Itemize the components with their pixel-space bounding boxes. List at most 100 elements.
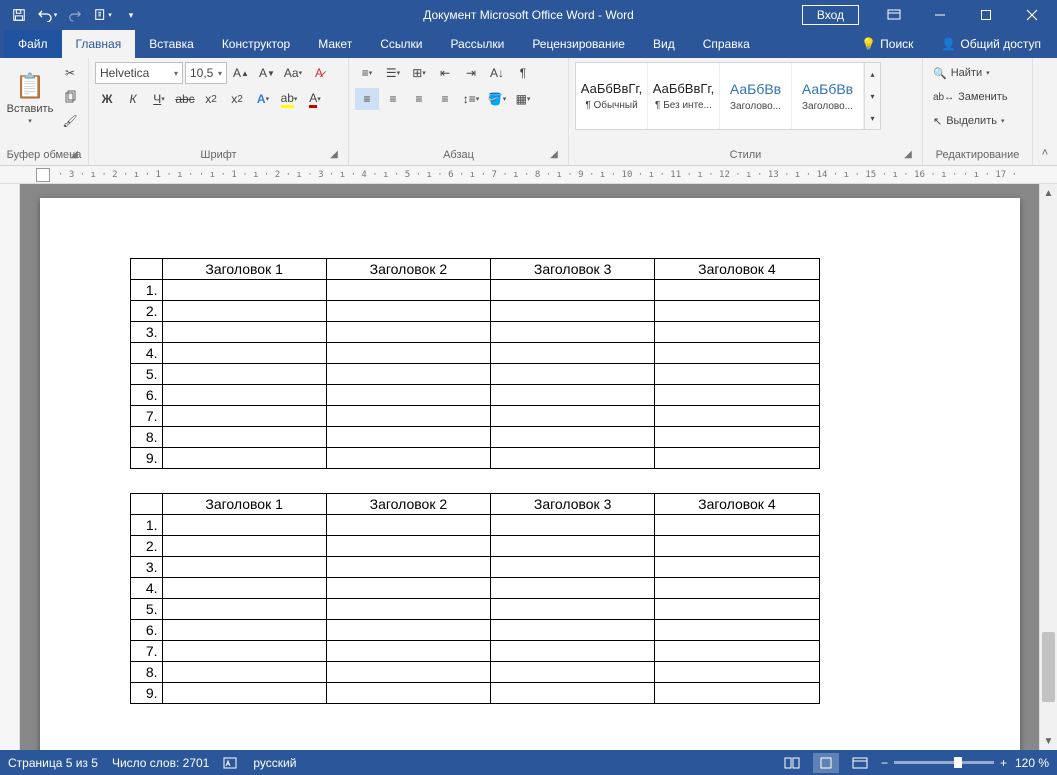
tab-view[interactable]: Вид <box>639 30 689 58</box>
font-launcher[interactable]: ◢ <box>328 149 340 161</box>
group-clipboard: 📋 Вставить ▾ ✂ 🖌 Буфер обмена◢ <box>0 58 89 165</box>
status-words[interactable]: Число слов: 2701 <box>112 756 209 770</box>
highlight-button[interactable]: ab▾ <box>277 88 301 110</box>
status-bar: Страница 5 из 5 Число слов: 2701 русский… <box>0 750 1057 775</box>
align-left-button[interactable]: ≡ <box>355 88 379 110</box>
view-print-button[interactable] <box>813 753 839 773</box>
paragraph-launcher[interactable]: ◢ <box>548 149 560 161</box>
tab-layout[interactable]: Макет <box>304 30 366 58</box>
save-button[interactable] <box>6 2 32 28</box>
styles-launcher[interactable]: ◢ <box>902 149 914 161</box>
group-font-label: Шрифт <box>200 149 236 161</box>
status-proofing[interactable] <box>223 756 239 770</box>
table-1[interactable]: Заголовок 1Заголовок 2Заголовок 3Заголов… <box>130 258 820 469</box>
font-name-combo[interactable]: Helvetica▾ <box>95 62 183 84</box>
ruler-vertical[interactable] <box>0 184 20 750</box>
quick-access-toolbar: ▾ ▾ ▾ <box>0 2 144 28</box>
tab-design[interactable]: Конструктор <box>208 30 304 58</box>
scroll-up-button[interactable]: ▲ <box>1040 184 1057 202</box>
align-center-button[interactable]: ≡ <box>381 88 405 110</box>
close-button[interactable] <box>1009 0 1055 30</box>
group-paragraph-label: Абзац <box>443 149 474 161</box>
italic-button[interactable]: К <box>121 88 145 110</box>
scroll-thumb[interactable] <box>1042 632 1055 702</box>
style-heading1[interactable]: АаБбВвЗаголово... <box>720 63 792 129</box>
group-editing-label: Редактирование <box>936 149 1020 161</box>
tab-file[interactable]: Файл <box>4 30 62 58</box>
font-color-button[interactable]: A▾ <box>303 88 327 110</box>
scroll-down-button[interactable]: ▼ <box>1040 732 1057 750</box>
tab-help[interactable]: Справка <box>689 30 764 58</box>
borders-button[interactable]: ▦▾ <box>511 88 535 110</box>
line-spacing-button[interactable]: ↕≡▾ <box>459 88 483 110</box>
sort-button[interactable]: A↓ <box>485 62 509 84</box>
zoom-slider[interactable]: − + <box>881 756 1007 770</box>
document-canvas[interactable]: Заголовок 1Заголовок 2Заголовок 3Заголов… <box>20 184 1039 750</box>
qat-more-button[interactable]: ▾ <box>90 2 116 28</box>
show-marks-button[interactable]: ¶ <box>511 62 535 84</box>
zoom-in-button[interactable]: + <box>1000 756 1007 770</box>
page[interactable]: Заголовок 1Заголовок 2Заголовок 3Заголов… <box>40 198 1020 750</box>
decrease-indent-button[interactable]: ⇤ <box>433 62 457 84</box>
group-font: Helvetica▾ 10,5▾ A▲ A▼ Aa▾ A̷ Ж К Ч▾ abc… <box>89 58 349 165</box>
multilevel-button[interactable]: ⊞▾ <box>407 62 431 84</box>
font-size-combo[interactable]: 10,5▾ <box>185 62 227 84</box>
collapse-ribbon-button[interactable]: ˄ <box>1033 58 1057 165</box>
zoom-level[interactable]: 120 % <box>1015 756 1049 770</box>
tab-insert[interactable]: Вставка <box>135 30 208 58</box>
change-case-button[interactable]: Aa▾ <box>281 62 305 84</box>
style-heading2[interactable]: АаБбВвЗаголово... <box>792 63 864 129</box>
document-area: Заголовок 1Заголовок 2Заголовок 3Заголов… <box>0 184 1057 750</box>
brush-icon: 🖌 <box>62 114 77 128</box>
share-icon: 👤 <box>941 37 956 51</box>
find-button[interactable]: 🔍Найти▾ <box>929 62 1012 84</box>
styles-more-button[interactable]: ▴▾▾ <box>864 63 880 129</box>
redo-button[interactable] <box>62 2 88 28</box>
strikethrough-button[interactable]: abc <box>173 88 197 110</box>
grow-font-button[interactable]: A▲ <box>229 62 253 84</box>
tab-review[interactable]: Рецензирование <box>518 30 639 58</box>
signin-button[interactable]: Вход <box>802 5 859 25</box>
zoom-out-button[interactable]: − <box>881 756 888 770</box>
shading-button[interactable]: 🪣▾ <box>485 88 509 110</box>
shrink-font-button[interactable]: A▼ <box>255 62 279 84</box>
view-read-button[interactable] <box>779 753 805 773</box>
maximize-button[interactable] <box>963 0 1009 30</box>
paste-button[interactable]: 📋 Вставить ▾ <box>6 62 54 134</box>
tab-home[interactable]: Главная <box>62 30 136 58</box>
align-right-button[interactable]: ≡ <box>407 88 431 110</box>
status-page[interactable]: Страница 5 из 5 <box>8 756 98 770</box>
ribbon-display-button[interactable] <box>871 0 917 30</box>
numbering-button[interactable]: ☰▾ <box>381 62 405 84</box>
style-no-spacing[interactable]: АаБбВвГг,¶ Без инте... <box>648 63 720 129</box>
subscript-button[interactable]: x2 <box>199 88 223 110</box>
clipboard-launcher[interactable]: ◢ <box>68 149 80 161</box>
select-button[interactable]: ↖Выделить▾ <box>929 110 1012 132</box>
minimize-button[interactable] <box>917 0 963 30</box>
share-button[interactable]: 👤Общий доступ <box>935 37 1047 51</box>
replace-button[interactable]: ab↔Заменить <box>929 86 1012 108</box>
cut-button[interactable]: ✂ <box>58 62 82 84</box>
bullets-button[interactable]: ≡▾ <box>355 62 379 84</box>
tab-references[interactable]: Ссылки <box>366 30 436 58</box>
bold-button[interactable]: Ж <box>95 88 119 110</box>
format-painter-button[interactable]: 🖌 <box>58 110 82 132</box>
text-effects-button[interactable]: A▾ <box>251 88 275 110</box>
vertical-scrollbar[interactable]: ▲ ▼ <box>1039 184 1057 750</box>
underline-button[interactable]: Ч▾ <box>147 88 171 110</box>
copy-button[interactable] <box>58 86 82 108</box>
tab-selector[interactable] <box>36 168 50 182</box>
superscript-button[interactable]: x2 <box>225 88 249 110</box>
style-normal[interactable]: АаБбВвГг,¶ Обычный <box>576 63 648 129</box>
tell-me-search[interactable]: 💡Поиск <box>855 37 919 51</box>
qat-customize-button[interactable]: ▾ <box>118 2 144 28</box>
status-language[interactable]: русский <box>253 756 296 770</box>
table-2[interactable]: Заголовок 1Заголовок 2Заголовок 3Заголов… <box>130 493 820 704</box>
clear-formatting-button[interactable]: A̷ <box>307 62 331 84</box>
increase-indent-button[interactable]: ⇥ <box>459 62 483 84</box>
view-web-button[interactable] <box>847 753 873 773</box>
justify-button[interactable]: ≡ <box>433 88 457 110</box>
ruler-horizontal[interactable]: · 3 · ı · 2 · ı · 1 · ı · · ı · 1 · ı · … <box>0 166 1057 184</box>
undo-button[interactable]: ▾ <box>34 2 60 28</box>
tab-mailings[interactable]: Рассылки <box>436 30 518 58</box>
